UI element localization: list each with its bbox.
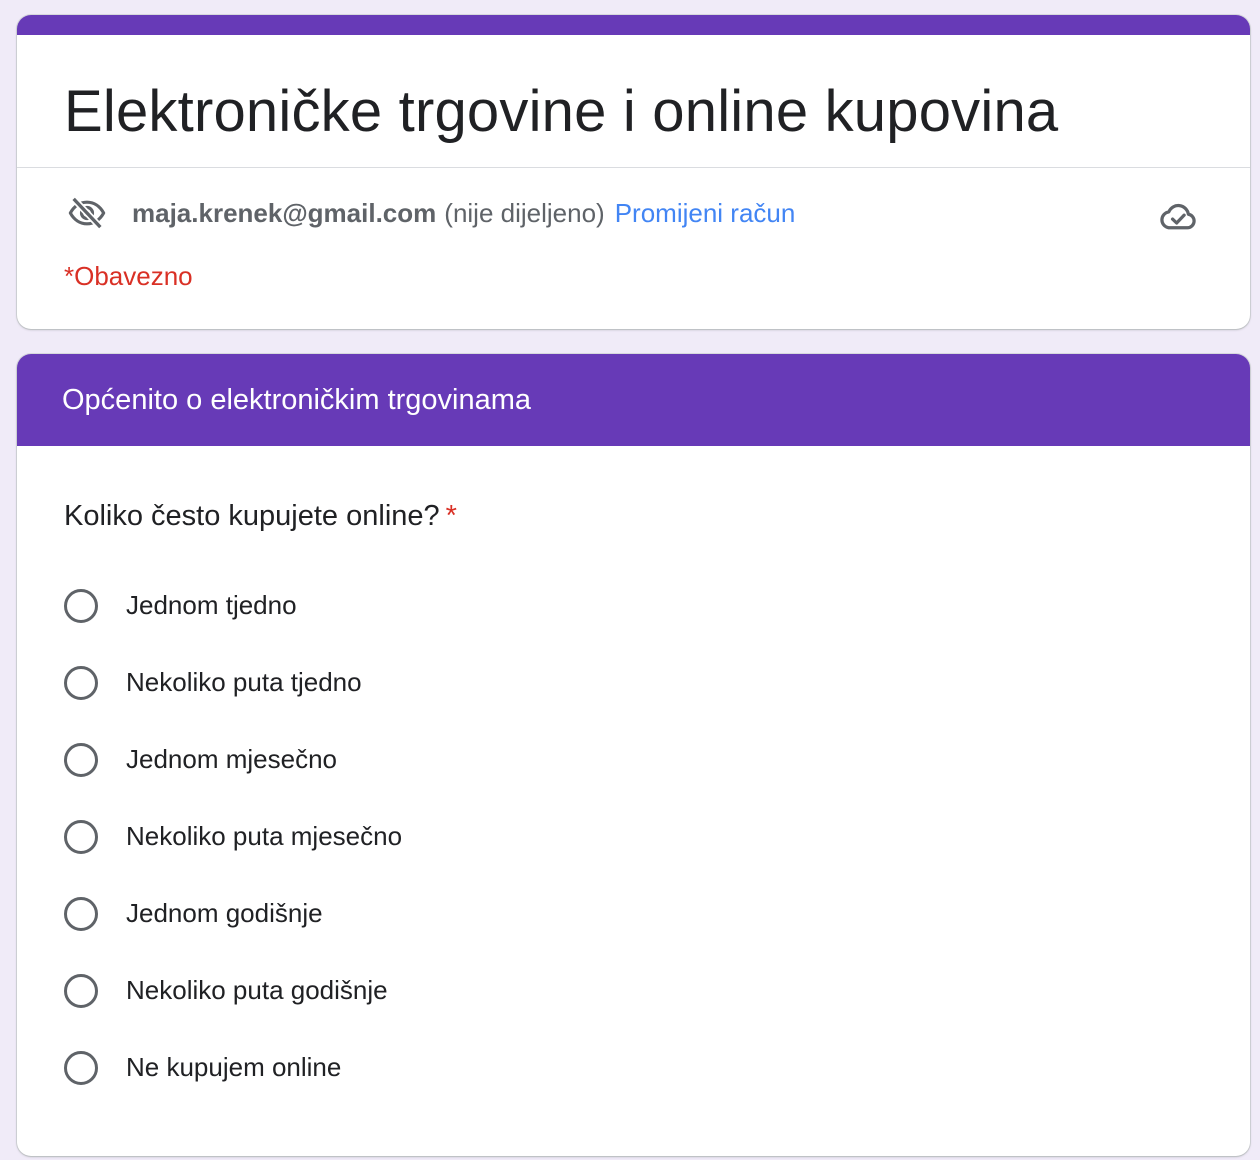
account-email: maja.krenek@gmail.com — [132, 197, 437, 228]
required-note: *Obavezno — [64, 261, 193, 291]
header-divider — [17, 167, 1250, 168]
radio-group: Jednom tjedno Nekoliko puta tjedno Jedno… — [64, 586, 402, 1125]
eye-off-icon — [64, 193, 110, 233]
form-header-card: Elektroničke trgovine i online kupovina … — [17, 15, 1250, 329]
radio-option[interactable]: Nekoliko puta mjesečno — [64, 817, 402, 894]
form-title: Elektroničke trgovine i online kupovina — [64, 79, 1059, 144]
radio-button[interactable] — [64, 1051, 98, 1085]
option-label: Jednom mjesečno — [126, 744, 337, 774]
cloud-check-icon[interactable] — [1155, 195, 1201, 235]
account-row: maja.krenek@gmail.com (nije dijeljeno) P… — [64, 193, 795, 233]
radio-option[interactable]: Jednom tjedno — [64, 586, 402, 663]
radio-button[interactable] — [64, 820, 98, 854]
radio-option[interactable]: Jednom mjesečno — [64, 740, 402, 817]
question-label: Koliko često kupujete online? — [64, 500, 440, 532]
radio-option[interactable]: Jednom godišnje — [64, 894, 402, 971]
radio-button[interactable] — [64, 666, 98, 700]
option-label: Nekoliko puta godišnje — [126, 975, 388, 1005]
option-label: Nekoliko puta tjedno — [126, 667, 362, 697]
option-label: Jednom tjedno — [126, 590, 297, 620]
radio-button[interactable] — [64, 743, 98, 777]
option-label: Jednom godišnje — [126, 898, 323, 928]
required-asterisk: * — [445, 500, 457, 532]
switch-account-link[interactable]: Promijeni račun — [615, 198, 796, 229]
option-label: Nekoliko puta mjesečno — [126, 821, 403, 851]
radio-button[interactable] — [64, 974, 98, 1008]
accent-strip — [17, 15, 1250, 35]
section-title: Općenito o elektroničkim trgovinama — [62, 384, 532, 416]
radio-button[interactable] — [64, 589, 98, 623]
option-label: Ne kupujem online — [126, 1052, 342, 1082]
radio-button[interactable] — [64, 897, 98, 931]
radio-option[interactable]: Nekoliko puta tjedno — [64, 663, 402, 740]
question-text: Koliko često kupujete online? * — [64, 496, 457, 536]
section-header: Općenito o elektroničkim trgovinama — [17, 354, 1250, 446]
question-card: Koliko često kupujete online? * Jednom tj… — [17, 354, 1250, 1156]
radio-option[interactable]: Nekoliko puta godišnje — [64, 971, 402, 1048]
radio-option[interactable]: Ne kupujem online — [64, 1048, 402, 1125]
not-shared-note: (nije dijeljeno) — [444, 197, 605, 228]
